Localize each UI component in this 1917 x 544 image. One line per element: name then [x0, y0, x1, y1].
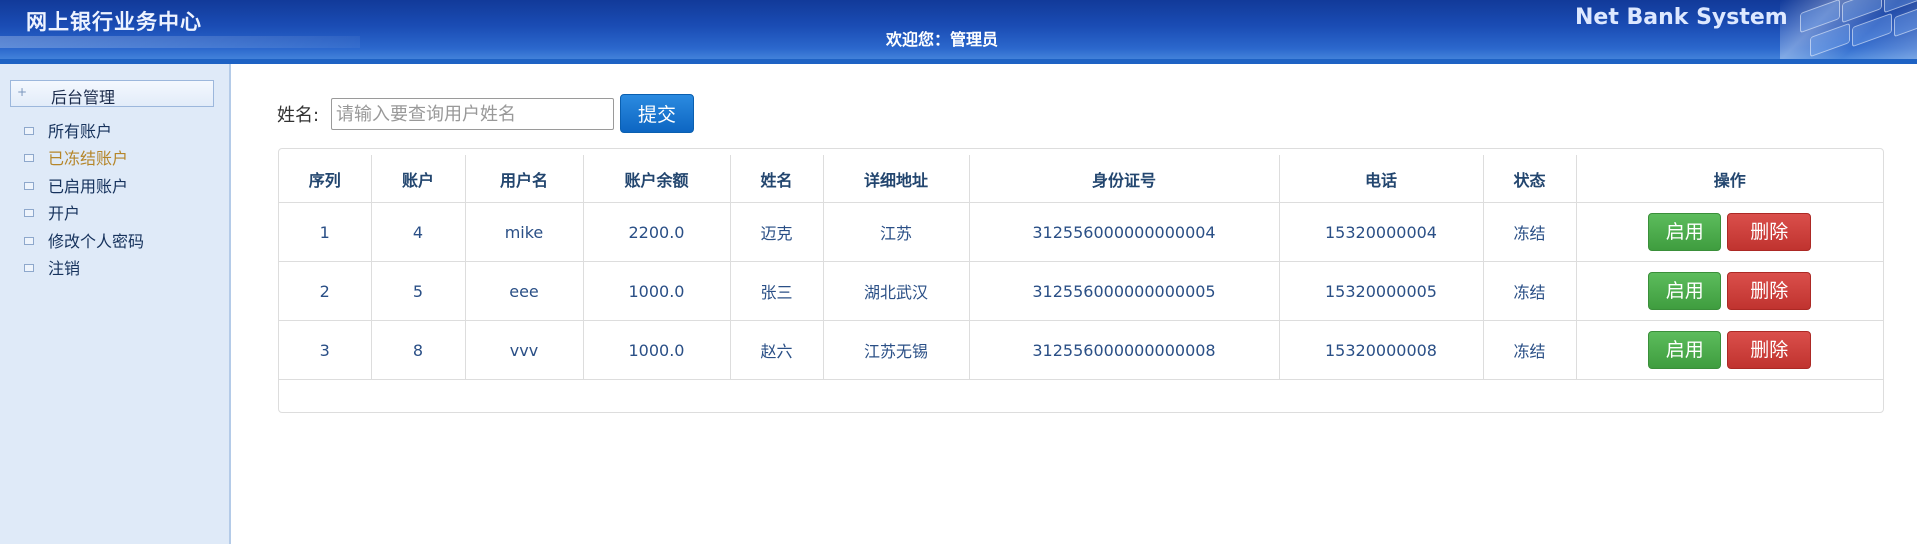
header-border [0, 59, 1917, 64]
tree-node-icon [24, 153, 34, 162]
column-header-username: 用户名 [465, 155, 584, 203]
sidebar-item-open-account[interactable]: 开户 [24, 200, 80, 224]
cell-phone: 15320000008 [1279, 320, 1484, 380]
cell-address: 江苏无锡 [823, 320, 970, 380]
cell-actions: 启用 删除 [1576, 202, 1883, 262]
cell-id-number: 312556000000000008 [969, 320, 1280, 380]
cell-phone: 15320000005 [1279, 261, 1484, 321]
cell-status: 冻结 [1483, 261, 1577, 321]
delete-button[interactable]: 删除 [1727, 331, 1812, 369]
cell-seq: 2 [279, 261, 372, 321]
cell-balance: 1000.0 [583, 320, 731, 380]
cell-status: 冻结 [1483, 320, 1577, 380]
cell-username: vvv [465, 320, 584, 380]
column-header-status: 状态 [1483, 155, 1577, 203]
cell-name: 张三 [730, 261, 824, 321]
tree-node-icon [24, 236, 34, 245]
cell-status: 冻结 [1483, 202, 1577, 262]
table-row: 2 5 eee 1000.0 张三 湖北武汉 31255600000000000… [279, 261, 1883, 321]
header-bar: 网上银行业务中心 欢迎您：管理员 Net Bank System [0, 0, 1917, 64]
column-header-actions: 操作 [1576, 155, 1883, 203]
column-header-phone: 电话 [1279, 155, 1484, 203]
sidebar-header-label: 后台管理 [51, 88, 116, 107]
cell-address: 湖北武汉 [823, 261, 970, 321]
accounts-table-panel: 序列 账户 用户名 账户余额 姓名 详细地址 身份证号 电话 状态 操作 1 4… [278, 148, 1884, 413]
submit-button[interactable]: 提交 [620, 94, 694, 133]
name-search-input[interactable] [331, 98, 614, 130]
cell-account: 5 [371, 261, 466, 321]
cell-balance: 1000.0 [583, 261, 731, 321]
column-header-account: 账户 [371, 155, 466, 203]
table-row: 1 4 mike 2200.0 迈克 江苏 312556000000000004… [279, 202, 1883, 262]
column-header-seq: 序列 [279, 155, 372, 203]
sidebar-item-label: 注销 [48, 259, 81, 278]
tree-node-icon [24, 208, 34, 217]
sidebar-item-label: 所有账户 [48, 122, 113, 141]
sidebar-item-label: 开户 [48, 204, 81, 223]
column-header-balance: 账户余额 [583, 155, 731, 203]
cell-name: 迈克 [730, 202, 824, 262]
cell-address: 江苏 [823, 202, 970, 262]
cell-account: 8 [371, 320, 466, 380]
delete-button[interactable]: 删除 [1727, 213, 1812, 251]
cell-seq: 3 [279, 320, 372, 380]
sidebar-item-enabled-accounts[interactable]: 已启用账户 [24, 173, 128, 197]
sidebar-item-all-accounts[interactable]: 所有账户 [24, 118, 112, 142]
enable-button[interactable]: 启用 [1648, 213, 1722, 251]
tree-node-icon [24, 181, 34, 190]
plus-icon: + [17, 85, 28, 99]
cell-actions: 启用 删除 [1576, 261, 1883, 321]
column-header-address: 详细地址 [823, 155, 970, 203]
sidebar-header-backend[interactable]: + 后台管理 [10, 80, 214, 107]
tree-node-icon [24, 126, 34, 135]
enable-button[interactable]: 启用 [1648, 331, 1722, 369]
name-search-label: 姓名: [277, 105, 320, 126]
sidebar-item-label: 修改个人密码 [48, 232, 145, 251]
cell-account: 4 [371, 202, 466, 262]
cell-id-number: 312556000000000004 [969, 202, 1280, 262]
cell-phone: 15320000004 [1279, 202, 1484, 262]
sidebar-item-change-password[interactable]: 修改个人密码 [24, 228, 144, 252]
cell-seq: 1 [279, 202, 372, 262]
table-row: 3 8 vvv 1000.0 赵六 江苏无锡 31255600000000000… [279, 320, 1883, 380]
accounts-table: 序列 账户 用户名 账户余额 姓名 详细地址 身份证号 电话 状态 操作 1 4… [279, 155, 1883, 414]
delete-button[interactable]: 删除 [1727, 272, 1812, 310]
table-header-row: 序列 账户 用户名 账户余额 姓名 详细地址 身份证号 电话 状态 操作 [279, 155, 1883, 203]
tree-node-icon [24, 263, 34, 272]
welcome-text: 欢迎您：管理员 [886, 30, 999, 49]
cell-balance: 2200.0 [583, 202, 731, 262]
cell-id-number: 312556000000000005 [969, 261, 1280, 321]
sidebar-item-label: 已启用账户 [48, 177, 129, 196]
brand-logo-text: Net Bank System [1575, 5, 1788, 30]
system-title: 网上银行业务中心 [26, 9, 202, 34]
sidebar-item-frozen-accounts[interactable]: 已冻结账户 [24, 145, 128, 169]
sidebar: + 后台管理 所有账户 已冻结账户 已启用账户 开户 修改个人密码 注销 [0, 64, 231, 544]
sidebar-item-logout[interactable]: 注销 [24, 255, 80, 279]
sidebar-item-label: 已冻结账户 [48, 149, 129, 168]
column-header-id-number: 身份证号 [969, 155, 1280, 203]
cell-username: mike [465, 202, 584, 262]
cell-username: eee [465, 261, 584, 321]
column-header-name: 姓名 [730, 155, 824, 203]
cell-actions: 启用 删除 [1576, 320, 1883, 380]
empty-cell [279, 380, 1883, 415]
header-decoration [0, 36, 360, 48]
table-empty-row [279, 380, 1883, 415]
keyboard-decoration [1780, 0, 1917, 64]
enable-button[interactable]: 启用 [1648, 272, 1722, 310]
cell-name: 赵六 [730, 320, 824, 380]
